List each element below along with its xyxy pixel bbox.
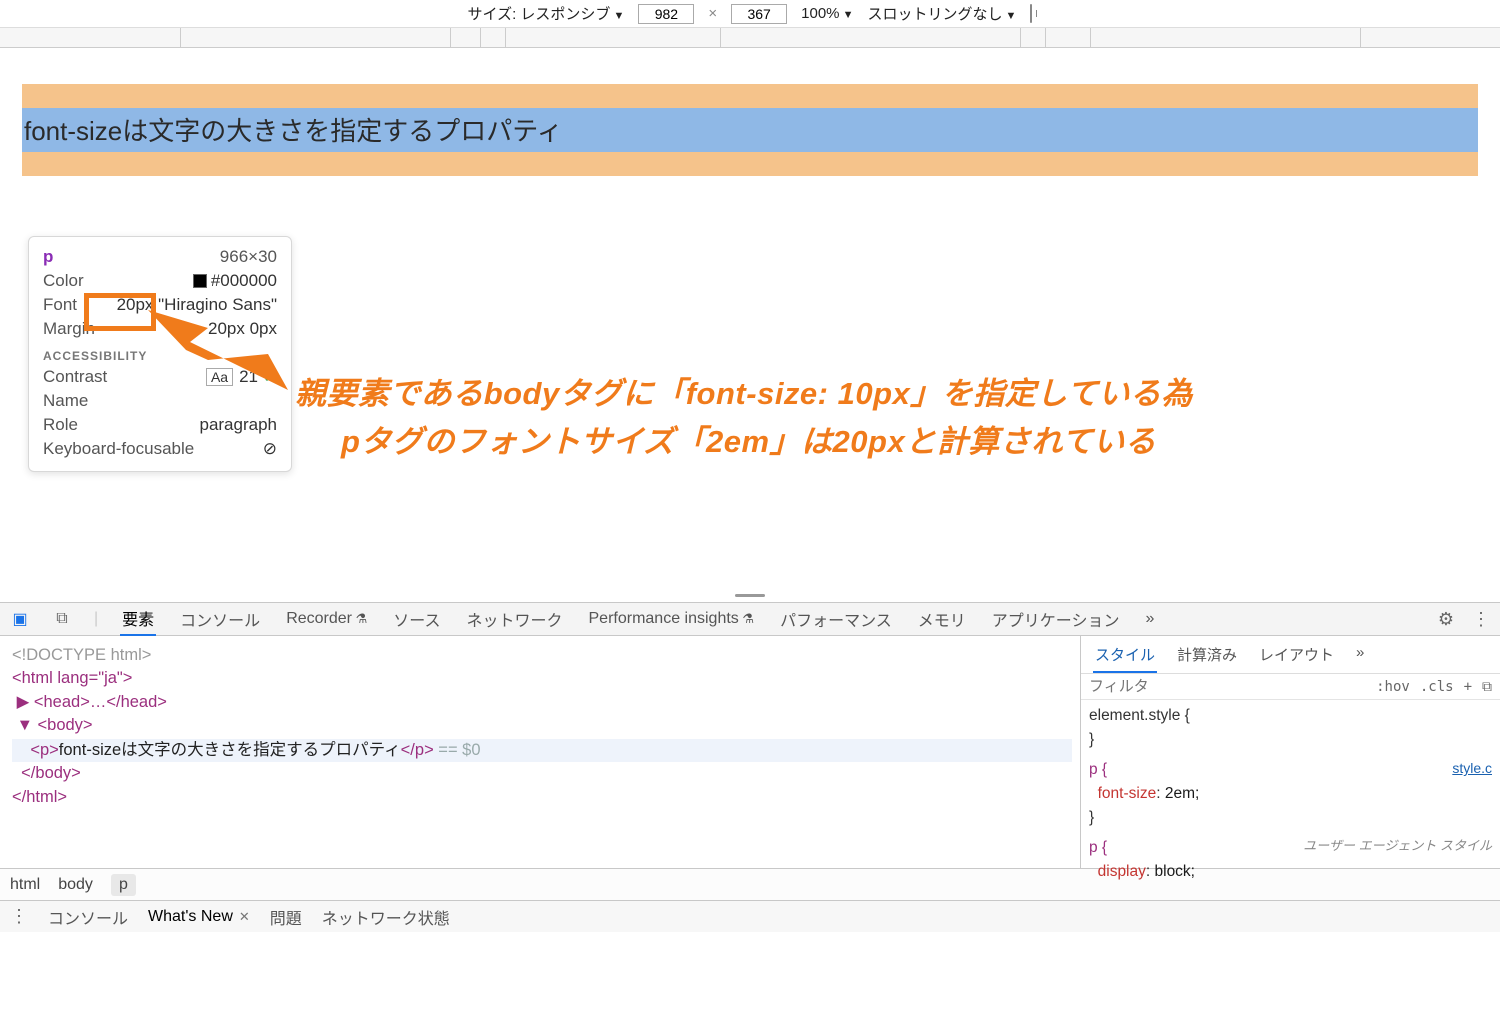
drawer-tab-issues[interactable]: 問題 [270,905,302,929]
tooltip-contrast-label: Contrast [43,367,107,387]
rotate-icon[interactable] [1030,5,1032,22]
styles-tab-layout[interactable]: レイアウト [1257,642,1336,673]
device-toolbar: サイズ: レスポンシブ × 100% スロットリングなし [0,0,1500,28]
margin-top-overlay [22,84,1478,108]
annotation-line-2: pタグのフォントサイズ「2em」は20pxと計算されている [295,418,1193,466]
dom-head[interactable]: ▶ <head>…</head> [17,693,167,711]
rule-ua-label: ユーザー エージェント スタイル [1303,836,1492,856]
drawer-tabs: ⋮ コンソール What's New ✕ 問題 ネットワーク状態 [0,900,1500,932]
tooltip-dimensions: 966×30 [220,247,277,267]
tab-more[interactable]: » [1143,606,1156,632]
tab-recorder[interactable]: Recorder [284,606,369,632]
panel-resize-handle[interactable] [0,588,1500,602]
color-swatch-icon [193,274,207,288]
dom-html-open[interactable]: <html lang="ja"> [12,669,132,687]
viewport: font-sizeは文字の大きさを指定するプロパティ p 966×30 Color… [0,48,1500,588]
annotation-arrow-icon [148,310,298,390]
annotation-text: 親要素であるbodyタグに「font-size: 10px」を指定している為 p… [295,370,1193,466]
dom-selected-row[interactable]: <p>font-sizeは文字の大きさを指定するプロパティ</p> == $0 [12,739,1072,762]
styles-hov-toggle[interactable]: :hov [1376,679,1410,695]
rule-p-ua-selector: p { [1089,839,1107,856]
tooltip-role-label: Role [43,415,78,435]
kebab-icon[interactable]: ⋮ [1472,609,1490,630]
inspect-icon[interactable]: ▣ [10,609,30,629]
ruler [0,28,1500,48]
tooltip-keyboard-label: Keyboard-focusable [43,439,194,459]
annotation-line-1: 親要素であるbodyタグに「font-size: 10px」を指定している為 [295,370,1193,418]
gear-icon[interactable]: ⚙ [1438,609,1454,630]
styles-filter-input[interactable] [1089,678,1366,695]
styles-panel: スタイル 計算済み レイアウト » :hov .cls + ⧉ element.… [1080,636,1500,868]
throttling-dropdown[interactable]: スロットリングなし [867,3,1016,24]
drawer-tab-netcond[interactable]: ネットワーク状態 [322,905,450,929]
dom-tree[interactable]: <!DOCTYPE html> <html lang="ja"> ▶ <head… [0,636,1080,868]
styles-box-icon[interactable]: ⧉ [1482,679,1492,695]
tooltip-keyboard-value: ⊘ [263,439,277,459]
margin-bottom-overlay [22,152,1478,176]
drawer-tab-whatsnew[interactable]: What's New [148,908,233,926]
tab-performance-insights[interactable]: Performance insights [587,606,757,632]
inspected-p-element[interactable]: font-sizeは文字の大きさを指定するプロパティ [22,108,1478,152]
dom-doctype: <!DOCTYPE html> [12,646,151,664]
styles-tab-computed[interactable]: 計算済み [1175,642,1239,673]
viewport-width-input[interactable] [638,4,694,24]
tab-application[interactable]: アプリケーション [990,603,1122,635]
crumb-p[interactable]: p [111,874,136,896]
zoom-dropdown[interactable]: 100% [801,5,853,22]
tooltip-name-label: Name [43,391,88,411]
rule-source-link[interactable]: style.c [1452,758,1492,780]
styles-tab-more[interactable]: » [1354,642,1366,673]
dom-body-close[interactable]: </body> [12,764,81,782]
responsive-dropdown[interactable]: サイズ: レスポンシブ [468,3,625,24]
rule-prop-fontsize[interactable]: font-size [1098,785,1157,802]
dom-html-close[interactable]: </html> [12,788,67,806]
styles-cls-toggle[interactable]: .cls [1420,679,1454,695]
crumb-html[interactable]: html [10,876,40,894]
tooltip-color-value: #000000 [211,271,277,290]
annotation-highlight-box [84,293,156,331]
tab-network[interactable]: ネットワーク [464,603,564,635]
styles-add-rule[interactable]: + [1464,679,1472,695]
rule-val-fontsize[interactable]: 2em; [1165,785,1199,802]
device-toggle-icon[interactable]: ⧉ [52,610,72,628]
devtools-tabs: ▣ ⧉ | 要素 コンソール Recorder ソース ネットワーク Perfo… [0,602,1500,636]
tooltip-font-label: Font [43,295,77,315]
drawer-kebab-icon[interactable]: ⋮ [10,906,28,927]
tooltip-tagname: p [43,247,53,266]
rule-val-display: block; [1155,863,1196,880]
rule-prop-display: display [1098,863,1146,880]
tab-performance[interactable]: パフォーマンス [778,603,894,635]
tab-console[interactable]: コンソール [178,603,262,635]
drawer-tab-console[interactable]: コンソール [48,905,128,929]
dom-body-open[interactable]: ▼ <body> [17,716,93,734]
styles-tab-styles[interactable]: スタイル [1093,642,1157,673]
rule-element-style[interactable]: element.style { [1089,704,1492,728]
crumb-body[interactable]: body [58,876,93,894]
rule-p-selector[interactable]: p { [1089,761,1107,778]
tab-memory[interactable]: メモリ [916,603,968,635]
dim-separator: × [708,5,717,22]
tooltip-role-value: paragraph [199,415,277,435]
viewport-height-input[interactable] [731,4,787,24]
tooltip-color-label: Color [43,271,84,291]
close-icon[interactable]: ✕ [239,909,250,925]
devtools-split: <!DOCTYPE html> <html lang="ja"> ▶ <head… [0,636,1500,868]
tab-elements[interactable]: 要素 [120,602,156,636]
tab-sources[interactable]: ソース [391,603,442,635]
styles-rules[interactable]: element.style { } p {style.c font-size: … [1081,700,1500,888]
